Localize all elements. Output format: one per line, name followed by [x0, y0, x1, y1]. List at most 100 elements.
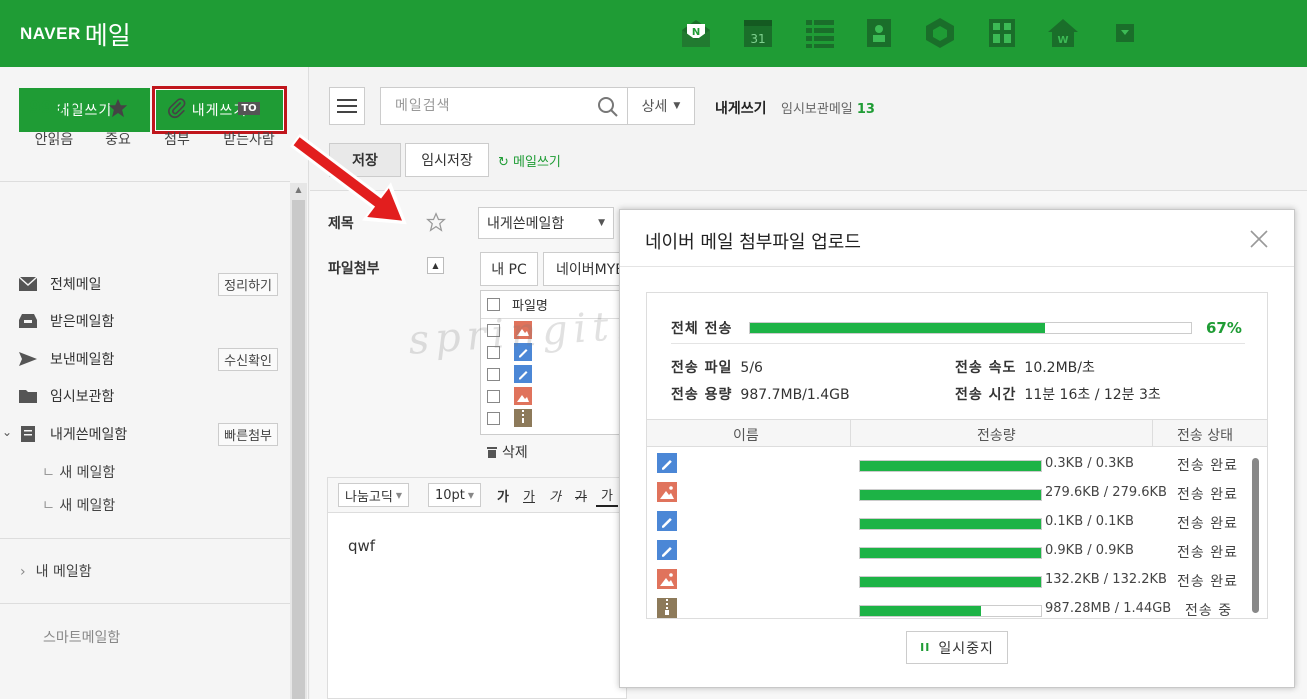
strikethrough-button[interactable]: 가 — [570, 483, 592, 507]
speed-stat: 전송 속도 10.2MB/초 — [955, 357, 1095, 377]
folder-icon — [18, 387, 38, 405]
quick-recipient[interactable]: TO 받는사람 — [214, 95, 284, 149]
subfolder-label: 새 메일함 — [59, 498, 116, 514]
stat-value: 10.2MB/초 — [1024, 360, 1095, 376]
delete-button[interactable]: 삭제 — [486, 442, 528, 462]
contacts-icon[interactable] — [860, 14, 898, 52]
font-size-select[interactable]: 10pt ▼ — [428, 483, 482, 507]
quick-recipient-label: 받는사람 — [223, 132, 275, 148]
file-progress-fill — [860, 519, 1041, 529]
delete-label: 삭제 — [502, 445, 528, 461]
italic-button[interactable]: 가 — [544, 483, 566, 507]
pause-button[interactable]: II 일시중지 — [906, 631, 1008, 664]
draft-link[interactable]: 임시보관메일 13 — [781, 102, 875, 117]
mailbox-select[interactable]: 내게쓴메일함 ▼ — [478, 207, 614, 239]
breadcrumb: 내게쓰기 임시보관메일 13 — [715, 98, 875, 118]
folder-drafts[interactable]: 임시보관함 — [18, 385, 278, 407]
calendar-day-text: 31 — [750, 32, 765, 46]
file-progress-fill — [860, 606, 982, 616]
underline-button[interactable]: 가 — [518, 483, 540, 507]
stat-value: 5/6 — [740, 360, 763, 376]
column-separator — [850, 420, 851, 447]
calendar-icon[interactable]: 31 — [739, 14, 777, 52]
dialog-divider — [620, 266, 1294, 267]
to-icon: TO — [238, 101, 260, 115]
file-progress-bar — [859, 518, 1042, 530]
detail-label: 상세 — [641, 99, 668, 115]
my-mailbox-label: 내 메일함 — [35, 564, 92, 580]
total-progress-bar — [749, 322, 1192, 334]
mail-write-link[interactable]: ↻ 메일쓰기 — [498, 151, 561, 170]
smart-mailbox-item[interactable]: 스마트메일함 — [43, 627, 120, 647]
bold-button[interactable]: 가 — [492, 483, 514, 507]
chevron-down-icon[interactable]: ⌄ — [2, 425, 12, 439]
row-checkbox[interactable] — [487, 389, 500, 403]
file-transfer-status: 전송 완료 — [1177, 545, 1238, 561]
total-percent: 67% — [1206, 319, 1242, 337]
quick-attach-button[interactable]: 빠른첨부 — [218, 422, 278, 446]
caret-down-icon: ▼ — [395, 490, 402, 500]
organize-button[interactable]: 정리하기 — [218, 272, 278, 296]
caret-up-icon: ▲ — [432, 261, 439, 270]
transfer-row: 0.1KB / 0.1KB 전송 완료 — [647, 508, 1247, 537]
row-checkbox[interactable] — [487, 367, 500, 381]
file-progress-bar — [859, 576, 1042, 588]
file-transfer-size: 0.3KB / 0.3KB — [1045, 456, 1134, 471]
select-all-checkbox[interactable] — [487, 298, 500, 311]
menu-button[interactable] — [329, 87, 365, 125]
image-icon — [514, 387, 532, 405]
search-icon[interactable] — [597, 96, 619, 118]
dialog-scrollbar[interactable] — [1252, 458, 1259, 613]
collapse-attach-button[interactable]: ▲ — [427, 257, 444, 274]
my-pc-button[interactable]: 내 PC — [480, 252, 538, 286]
zip-icon — [514, 409, 532, 427]
caret-down-icon: ▼ — [467, 490, 475, 500]
quick-unread[interactable]: 999+ 안읽음 — [19, 95, 89, 149]
folder-label: 받은메일함 — [50, 314, 115, 330]
list-icon[interactable] — [801, 14, 839, 52]
transfer-row: 0.3KB / 0.3KB 전송 완료 — [647, 450, 1247, 479]
doc-icon — [657, 453, 677, 473]
mybox-button[interactable]: 네이버MYBOX — [543, 252, 623, 286]
search-input[interactable] — [381, 88, 591, 124]
close-icon[interactable] — [1248, 228, 1270, 250]
cube-icon[interactable] — [921, 14, 959, 52]
detail-search-dropdown[interactable]: 상세 ▼ — [627, 87, 695, 125]
folder-inbox[interactable]: 받은메일함 — [18, 310, 278, 332]
row-checkbox[interactable] — [487, 411, 500, 425]
page-title: 내게쓰기 — [715, 101, 767, 117]
naver-mail-logo[interactable]: NAVER 메일 — [20, 16, 131, 52]
attachment-row — [481, 385, 619, 407]
folder-all-mail[interactable]: 전체메일 정리하기 — [18, 272, 278, 296]
subfolder-item[interactable]: ㄴ 새 메일함 — [42, 462, 115, 482]
file-transfer-status: 전송 완료 — [1177, 458, 1238, 474]
search-box — [380, 87, 628, 125]
font-select[interactable]: 나눔고딕 ▼ — [338, 483, 409, 507]
left-sidebar: 메일쓰기 내게쓰기 — [0, 67, 309, 699]
folder-self-mail[interactable]: ⌄ 내게쓴메일함 빠른첨부 — [2, 422, 278, 446]
more-icon[interactable] — [1106, 14, 1144, 52]
grid-icon[interactable] — [983, 14, 1021, 52]
my-mailbox-item[interactable]: › 내 메일함 — [20, 561, 92, 581]
home-icon[interactable]: W — [1044, 14, 1082, 52]
quick-attachment[interactable]: 첨부 — [142, 95, 212, 149]
editor-content[interactable]: qwf — [348, 537, 375, 555]
attach-label: 파일첨부 — [328, 261, 380, 277]
file-progress-fill — [860, 490, 1041, 500]
files-stat: 전송 파일 5/6 — [671, 357, 763, 377]
file-transfer-size: 0.9KB / 0.9KB — [1045, 543, 1134, 558]
stat-label: 전송 용량 — [671, 387, 733, 403]
draft-count: 13 — [856, 102, 875, 117]
sidebar-scroll-thumb[interactable] — [292, 200, 305, 699]
folder-sent[interactable]: 보낸메일함 수신확인 — [18, 347, 278, 371]
subfolder-item[interactable]: ㄴ 새 메일함 — [42, 495, 115, 515]
file-progress-fill — [860, 461, 1041, 471]
read-receipt-button[interactable]: 수신확인 — [218, 347, 278, 371]
svg-text:N: N — [692, 27, 700, 38]
doc-icon — [657, 511, 677, 531]
attachment-row — [481, 407, 619, 429]
mail-icon[interactable]: N — [677, 14, 715, 52]
folder-label: 내게쓴메일함 — [50, 427, 128, 443]
font-color-button[interactable]: 가 — [596, 483, 618, 507]
folder-label: 보낸메일함 — [50, 352, 115, 368]
